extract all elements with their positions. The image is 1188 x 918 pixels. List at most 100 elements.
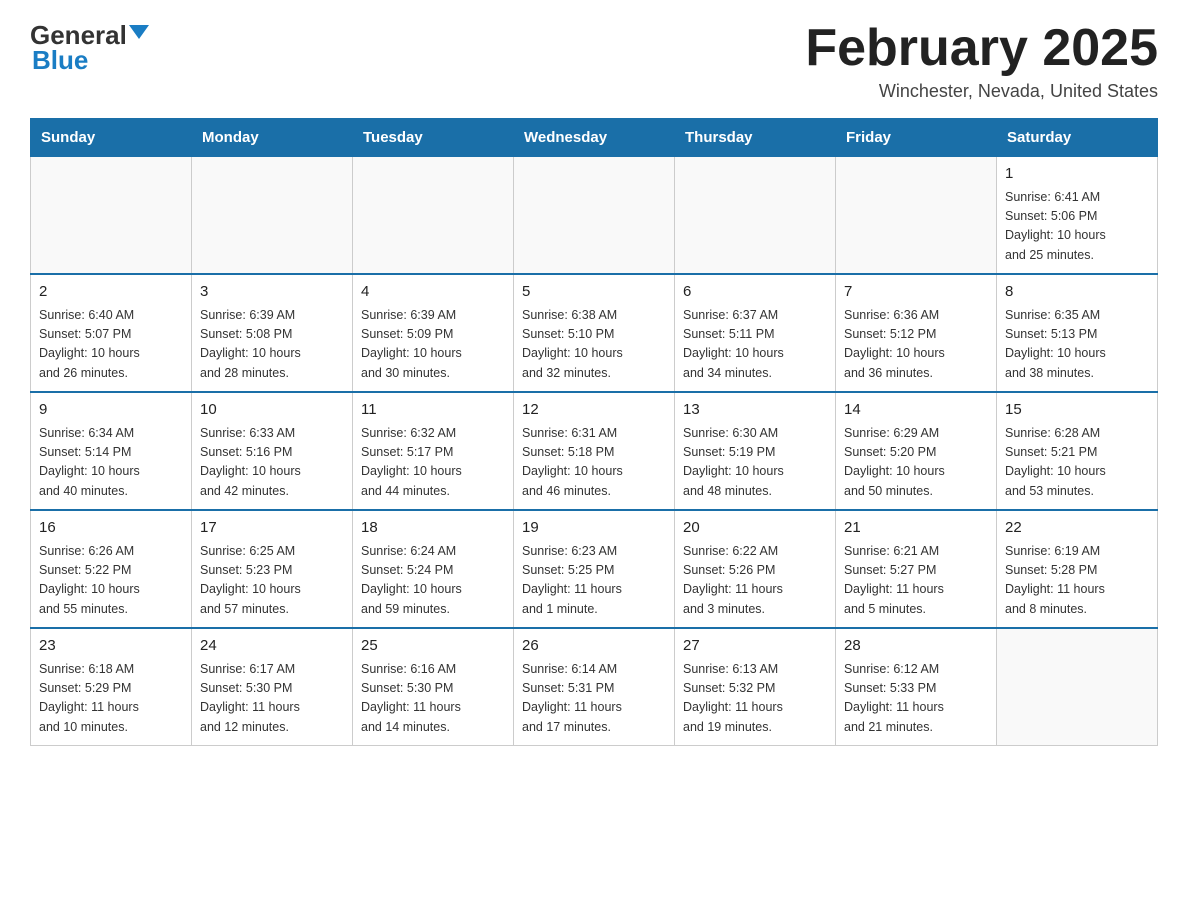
calendar-cell: 24Sunrise: 6:17 AM Sunset: 5:30 PM Dayli… xyxy=(192,628,353,746)
day-number: 2 xyxy=(39,281,183,304)
day-number: 26 xyxy=(522,635,666,658)
day-number: 12 xyxy=(522,399,666,422)
page-header: General Blue February 2025 Winchester, N… xyxy=(30,20,1158,102)
title-area: February 2025 Winchester, Nevada, United… xyxy=(805,20,1158,102)
day-info: Sunrise: 6:30 AM Sunset: 5:19 PM Dayligh… xyxy=(683,424,827,502)
day-number: 20 xyxy=(683,517,827,540)
calendar-cell: 15Sunrise: 6:28 AM Sunset: 5:21 PM Dayli… xyxy=(997,392,1158,510)
calendar-cell: 3Sunrise: 6:39 AM Sunset: 5:08 PM Daylig… xyxy=(192,274,353,392)
day-number: 10 xyxy=(200,399,344,422)
month-title: February 2025 xyxy=(805,20,1158,77)
day-info: Sunrise: 6:39 AM Sunset: 5:08 PM Dayligh… xyxy=(200,306,344,384)
day-number: 21 xyxy=(844,517,988,540)
day-info: Sunrise: 6:17 AM Sunset: 5:30 PM Dayligh… xyxy=(200,660,344,738)
day-number: 13 xyxy=(683,399,827,422)
day-number: 17 xyxy=(200,517,344,540)
calendar-cell: 25Sunrise: 6:16 AM Sunset: 5:30 PM Dayli… xyxy=(353,628,514,746)
calendar-cell: 4Sunrise: 6:39 AM Sunset: 5:09 PM Daylig… xyxy=(353,274,514,392)
day-info: Sunrise: 6:21 AM Sunset: 5:27 PM Dayligh… xyxy=(844,542,988,620)
day-number: 24 xyxy=(200,635,344,658)
day-number: 23 xyxy=(39,635,183,658)
calendar-cell: 14Sunrise: 6:29 AM Sunset: 5:20 PM Dayli… xyxy=(836,392,997,510)
logo: General Blue xyxy=(30,20,149,76)
calendar-header-row: Sunday Monday Tuesday Wednesday Thursday… xyxy=(31,119,1158,157)
calendar-cell xyxy=(997,628,1158,746)
calendar-cell: 20Sunrise: 6:22 AM Sunset: 5:26 PM Dayli… xyxy=(675,510,836,628)
calendar-cell xyxy=(514,157,675,275)
day-info: Sunrise: 6:37 AM Sunset: 5:11 PM Dayligh… xyxy=(683,306,827,384)
calendar-week-row: 23Sunrise: 6:18 AM Sunset: 5:29 PM Dayli… xyxy=(31,628,1158,746)
calendar-cell xyxy=(31,157,192,275)
day-number: 19 xyxy=(522,517,666,540)
calendar-cell: 23Sunrise: 6:18 AM Sunset: 5:29 PM Dayli… xyxy=(31,628,192,746)
day-number: 7 xyxy=(844,281,988,304)
calendar-table: Sunday Monday Tuesday Wednesday Thursday… xyxy=(30,118,1158,746)
day-number: 8 xyxy=(1005,281,1149,304)
day-number: 27 xyxy=(683,635,827,658)
calendar-cell: 10Sunrise: 6:33 AM Sunset: 5:16 PM Dayli… xyxy=(192,392,353,510)
day-number: 25 xyxy=(361,635,505,658)
calendar-week-row: 16Sunrise: 6:26 AM Sunset: 5:22 PM Dayli… xyxy=(31,510,1158,628)
header-tuesday: Tuesday xyxy=(353,119,514,157)
day-info: Sunrise: 6:24 AM Sunset: 5:24 PM Dayligh… xyxy=(361,542,505,620)
day-info: Sunrise: 6:19 AM Sunset: 5:28 PM Dayligh… xyxy=(1005,542,1149,620)
calendar-week-row: 2Sunrise: 6:40 AM Sunset: 5:07 PM Daylig… xyxy=(31,274,1158,392)
calendar-cell: 17Sunrise: 6:25 AM Sunset: 5:23 PM Dayli… xyxy=(192,510,353,628)
day-info: Sunrise: 6:39 AM Sunset: 5:09 PM Dayligh… xyxy=(361,306,505,384)
day-info: Sunrise: 6:23 AM Sunset: 5:25 PM Dayligh… xyxy=(522,542,666,620)
calendar-cell: 9Sunrise: 6:34 AM Sunset: 5:14 PM Daylig… xyxy=(31,392,192,510)
calendar-cell: 6Sunrise: 6:37 AM Sunset: 5:11 PM Daylig… xyxy=(675,274,836,392)
header-wednesday: Wednesday xyxy=(514,119,675,157)
calendar-cell: 26Sunrise: 6:14 AM Sunset: 5:31 PM Dayli… xyxy=(514,628,675,746)
day-number: 15 xyxy=(1005,399,1149,422)
day-info: Sunrise: 6:14 AM Sunset: 5:31 PM Dayligh… xyxy=(522,660,666,738)
calendar-cell: 2Sunrise: 6:40 AM Sunset: 5:07 PM Daylig… xyxy=(31,274,192,392)
day-number: 11 xyxy=(361,399,505,422)
day-number: 16 xyxy=(39,517,183,540)
day-number: 28 xyxy=(844,635,988,658)
header-monday: Monday xyxy=(192,119,353,157)
day-info: Sunrise: 6:29 AM Sunset: 5:20 PM Dayligh… xyxy=(844,424,988,502)
day-info: Sunrise: 6:32 AM Sunset: 5:17 PM Dayligh… xyxy=(361,424,505,502)
day-info: Sunrise: 6:25 AM Sunset: 5:23 PM Dayligh… xyxy=(200,542,344,620)
day-info: Sunrise: 6:41 AM Sunset: 5:06 PM Dayligh… xyxy=(1005,188,1149,266)
calendar-cell: 12Sunrise: 6:31 AM Sunset: 5:18 PM Dayli… xyxy=(514,392,675,510)
day-number: 4 xyxy=(361,281,505,304)
calendar-week-row: 1Sunrise: 6:41 AM Sunset: 5:06 PM Daylig… xyxy=(31,157,1158,275)
calendar-cell xyxy=(675,157,836,275)
day-info: Sunrise: 6:33 AM Sunset: 5:16 PM Dayligh… xyxy=(200,424,344,502)
header-saturday: Saturday xyxy=(997,119,1158,157)
header-thursday: Thursday xyxy=(675,119,836,157)
day-info: Sunrise: 6:22 AM Sunset: 5:26 PM Dayligh… xyxy=(683,542,827,620)
calendar-week-row: 9Sunrise: 6:34 AM Sunset: 5:14 PM Daylig… xyxy=(31,392,1158,510)
day-number: 9 xyxy=(39,399,183,422)
calendar-cell: 22Sunrise: 6:19 AM Sunset: 5:28 PM Dayli… xyxy=(997,510,1158,628)
day-number: 22 xyxy=(1005,517,1149,540)
day-info: Sunrise: 6:26 AM Sunset: 5:22 PM Dayligh… xyxy=(39,542,183,620)
day-info: Sunrise: 6:38 AM Sunset: 5:10 PM Dayligh… xyxy=(522,306,666,384)
calendar-cell: 28Sunrise: 6:12 AM Sunset: 5:33 PM Dayli… xyxy=(836,628,997,746)
location-subtitle: Winchester, Nevada, United States xyxy=(805,81,1158,102)
day-info: Sunrise: 6:16 AM Sunset: 5:30 PM Dayligh… xyxy=(361,660,505,738)
calendar-cell: 16Sunrise: 6:26 AM Sunset: 5:22 PM Dayli… xyxy=(31,510,192,628)
calendar-cell xyxy=(836,157,997,275)
day-info: Sunrise: 6:40 AM Sunset: 5:07 PM Dayligh… xyxy=(39,306,183,384)
day-number: 3 xyxy=(200,281,344,304)
calendar-cell: 27Sunrise: 6:13 AM Sunset: 5:32 PM Dayli… xyxy=(675,628,836,746)
calendar-cell xyxy=(353,157,514,275)
calendar-cell: 5Sunrise: 6:38 AM Sunset: 5:10 PM Daylig… xyxy=(514,274,675,392)
day-info: Sunrise: 6:34 AM Sunset: 5:14 PM Dayligh… xyxy=(39,424,183,502)
calendar-cell xyxy=(192,157,353,275)
day-number: 14 xyxy=(844,399,988,422)
calendar-cell: 8Sunrise: 6:35 AM Sunset: 5:13 PM Daylig… xyxy=(997,274,1158,392)
day-info: Sunrise: 6:12 AM Sunset: 5:33 PM Dayligh… xyxy=(844,660,988,738)
calendar-cell: 21Sunrise: 6:21 AM Sunset: 5:27 PM Dayli… xyxy=(836,510,997,628)
calendar-cell: 18Sunrise: 6:24 AM Sunset: 5:24 PM Dayli… xyxy=(353,510,514,628)
logo-triangle-icon xyxy=(129,25,149,39)
calendar-cell: 11Sunrise: 6:32 AM Sunset: 5:17 PM Dayli… xyxy=(353,392,514,510)
day-info: Sunrise: 6:18 AM Sunset: 5:29 PM Dayligh… xyxy=(39,660,183,738)
day-info: Sunrise: 6:31 AM Sunset: 5:18 PM Dayligh… xyxy=(522,424,666,502)
header-friday: Friday xyxy=(836,119,997,157)
day-number: 5 xyxy=(522,281,666,304)
day-info: Sunrise: 6:28 AM Sunset: 5:21 PM Dayligh… xyxy=(1005,424,1149,502)
